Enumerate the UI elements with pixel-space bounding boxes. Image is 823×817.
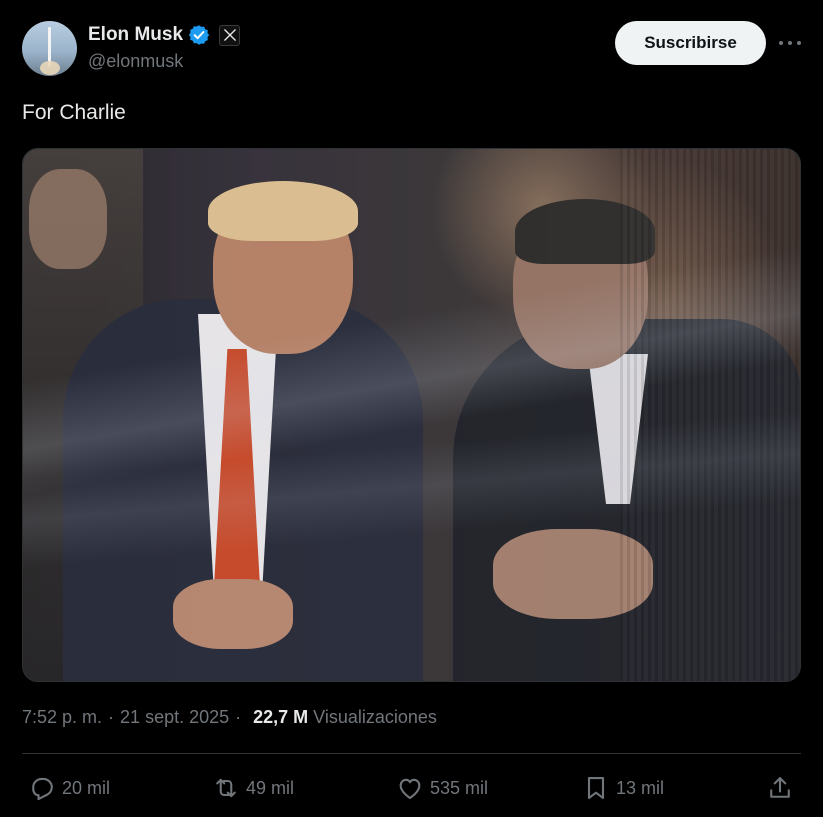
bookmark-button[interactable]: 13 mil: [582, 768, 664, 808]
dot: [788, 41, 792, 45]
reply-button[interactable]: 20 mil: [28, 768, 110, 808]
x-logo-icon[interactable]: [219, 24, 241, 46]
verified-badge-icon[interactable]: [188, 24, 210, 46]
retweet-icon: [216, 778, 236, 798]
more-dots-icon[interactable]: [777, 33, 803, 53]
reply-icon: [32, 777, 53, 801]
photo-glass-glare: [23, 149, 800, 681]
tweet-media-photo[interactable]: [22, 148, 801, 682]
author-name-row: Elon Musk: [88, 23, 241, 47]
dot: [779, 41, 783, 45]
author-handle[interactable]: @elonmusk: [88, 51, 183, 72]
reply-count: 20 mil: [62, 777, 111, 798]
views-count: 22,7 M: [253, 707, 309, 727]
tweet-header: Elon Musk @elonmusk Suscribirse: [22, 21, 803, 77]
share-button[interactable]: [766, 768, 794, 808]
action-bar: 20 mil 49 mil 535 mil 13 mil: [22, 768, 801, 808]
retweet-count: 49 mil: [246, 777, 295, 798]
tweet-date[interactable]: 21 sept. 2025: [120, 707, 229, 728]
meta-separator: ·: [235, 707, 242, 727]
tweet-meta: 7:52 p. m. · 21 sept. 2025 · 22,7 M Visu…: [22, 707, 437, 728]
like-count: 535 mil: [430, 777, 489, 798]
views-label: Visualizaciones: [313, 707, 437, 727]
launch-plume: [40, 61, 60, 75]
share-icon: [770, 777, 790, 798]
author-avatar[interactable]: [22, 21, 77, 76]
tweet-time[interactable]: 7:52 p. m.: [22, 707, 102, 728]
retweet-button[interactable]: 49 mil: [212, 768, 294, 808]
tweet-text: For Charlie: [22, 101, 126, 124]
bookmark-count: 13 mil: [616, 777, 665, 798]
bookmark-icon: [587, 777, 605, 799]
divider: [22, 753, 801, 754]
dot: [797, 41, 801, 45]
meta-separator: ·: [108, 707, 115, 727]
author-display-name[interactable]: Elon Musk: [88, 24, 183, 46]
heart-icon: [399, 778, 421, 799]
like-button[interactable]: 535 mil: [396, 768, 488, 808]
subscribe-button[interactable]: Suscribirse: [615, 21, 766, 65]
